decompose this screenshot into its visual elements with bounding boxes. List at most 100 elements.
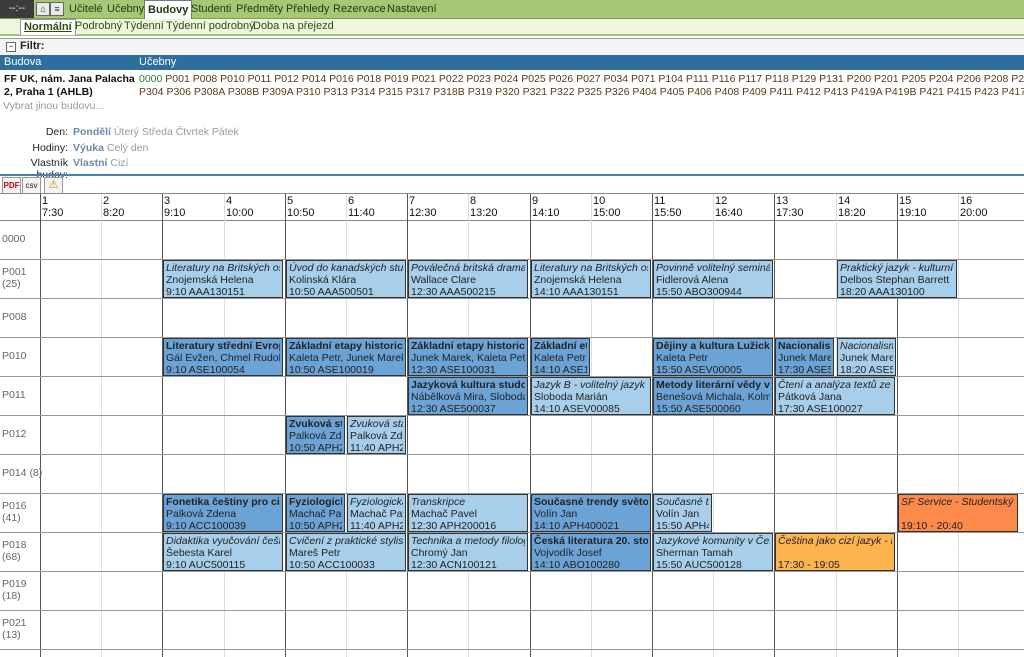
view-tydenni-podrobny[interactable]: Týdenní podrobný <box>166 19 255 34</box>
schedule-event[interactable]: Úvod do kanadských studií Kolinská Klára 1… <box>286 260 406 298</box>
schedule-event[interactable]: Praktický jazyk - kulturní Delbos Stephan… <box>837 260 957 298</box>
timeslot-label: 3 9:10 <box>164 195 186 219</box>
room-label[interactable]: 0000 <box>2 233 25 245</box>
hours-vyuka[interactable]: Výuka <box>73 142 104 154</box>
schedule-event[interactable]: Poválečná britská dramatikaWallace Clare… <box>408 260 528 298</box>
room-label[interactable]: P018 (68) <box>2 539 27 563</box>
pdf-icon[interactable]: PDF <box>2 177 21 194</box>
room-label[interactable]: P019 (18) <box>2 578 27 602</box>
day-friday[interactable]: Pátek <box>212 126 239 138</box>
room-label[interactable]: P014 (8) <box>2 467 42 479</box>
filter-label: Filtr: <box>20 40 45 52</box>
hours-cely-den[interactable]: Celý den <box>107 142 148 154</box>
schedule-event[interactable]: Didaktika vyučování češtinyŠebesta Karel… <box>163 533 283 571</box>
schedule-event[interactable]: Zvuková stavbaPalková Zdena11:40 APH2 <box>347 416 406 454</box>
room-label[interactable]: P008 <box>2 311 27 323</box>
menu-nastaveni[interactable]: Nastavení <box>384 0 440 18</box>
room-label[interactable]: P016 (41) <box>2 500 27 524</box>
room-link-0000[interactable]: 0000 <box>139 73 162 85</box>
schedule-event[interactable]: Literatury na Britských ostrovechZnojems… <box>163 260 283 298</box>
schedule-event[interactable]: FyziologickáMachač Pavel11:40 APH2 <box>347 494 406 532</box>
menu-prehledy[interactable]: Přehledy <box>283 0 332 18</box>
menu-predmety[interactable]: Předměty <box>233 0 286 18</box>
menu-ucitele[interactable]: Učitelé <box>66 0 106 18</box>
schedule-event[interactable]: Zvuková stavbaPalková Zdena10:50 APH2 <box>286 416 345 454</box>
day-wednesday[interactable]: Středa <box>142 126 173 138</box>
schedule-event[interactable]: NacionalismusJunek Marek17:30 ASE5 <box>775 338 834 376</box>
timeslot-label: 12 16:40 <box>715 195 743 219</box>
room-label[interactable]: P001 (25) <box>2 266 27 290</box>
warning-icon[interactable]: ⚠ <box>44 177 63 194</box>
col-building: Budova <box>4 56 42 68</box>
schedule-event[interactable]: Technika a metody filologie Chromý Jan 12:… <box>408 533 528 571</box>
grid-row-line <box>0 649 1024 650</box>
schedule-event[interactable]: Čtení a analýza textů ze Pátková Jana 17:3… <box>775 377 895 415</box>
room-label[interactable]: P021 (13) <box>2 617 27 641</box>
timeslot-label: 4 10:00 <box>226 195 254 219</box>
schedule-event[interactable]: Metody literární vědy ve Benešová Michala… <box>653 377 773 415</box>
home-icon[interactable]: ⌂ <box>36 2 50 16</box>
buildings-header: Budova Učebny <box>0 55 1024 70</box>
top-menu-bar: --:-- ⌂ ≡ Učitelé Učebny Budovy Studenti… <box>0 0 1024 19</box>
timeslot-label: 13 17:30 <box>776 195 804 219</box>
schedule-event[interactable]: Fonetika češtiny pro cizincePalková Zden… <box>163 494 283 532</box>
grid-column-line <box>101 194 102 657</box>
timeslot-label: 5 10:50 <box>287 195 315 219</box>
day-tuesday[interactable]: Úterý <box>114 126 139 138</box>
schedule-event[interactable]: Česká literatura 20. stoletíVojvodík Jos… <box>531 533 651 571</box>
timeslot-label: 6 11:40 <box>348 195 375 219</box>
grid-column-line <box>774 194 775 657</box>
room-label[interactable]: P011 <box>2 389 26 401</box>
schedule-event[interactable]: Základní etapy historickéhoJunek Marek, … <box>408 338 528 376</box>
timeslot-label: 16 20:00 <box>960 195 988 219</box>
schedule-event[interactable]: Transkripce Machač Pavel 12:30 APH200016 <box>408 494 528 532</box>
schedule-grid: 1 7:30 2 8:20 3 9:10 4 10:00 5 10:50 6 11:40 7 12:30 8… <box>0 193 1024 657</box>
schedule-event[interactable]: Literatury střední Evropy Gál Evžen, Chme… <box>163 338 283 376</box>
grid-row-line <box>0 298 1024 299</box>
menu-budovy[interactable]: Budovy <box>144 0 193 19</box>
filter-bar: − Filtr: <box>0 38 1024 56</box>
schedule-event[interactable]: Dějiny a kultura Lužických SrbůKaleta Pe… <box>653 338 773 376</box>
schedule-event[interactable]: Jazykové komunity v ČeskuSherman Tamah15… <box>653 533 773 571</box>
menu-studenti[interactable]: Studenti <box>188 0 234 18</box>
schedule-event[interactable]: Literatury na Britských ostrovechZnojems… <box>531 260 651 298</box>
view-normalni[interactable]: Normální <box>20 19 76 35</box>
room-list-line2[interactable]: P304 P306 P308A P308B P309A P310 P313 P3… <box>139 86 1024 98</box>
schedule-event[interactable]: Základní etapy historickéhoKaleta Petr, … <box>286 338 406 376</box>
room-label[interactable]: P012 <box>2 428 27 440</box>
grid-column-line <box>958 194 959 657</box>
schedule-event[interactable]: Současné trendy světové Volín Jan 14:10 AP… <box>531 494 651 532</box>
schedule-event[interactable]: Čeština jako cizí jazyk - nácvik17:30 - … <box>775 533 895 571</box>
view-doba-na-prejezd[interactable]: Doba na přejezd <box>253 19 334 34</box>
collapse-toggle-icon[interactable]: − <box>6 42 16 52</box>
owner-cizi[interactable]: Cizí <box>110 157 128 169</box>
grid-row-line <box>0 571 1024 572</box>
building-name: FF UK, nám. Jana Palacha 2, Praha 1 (AHL… <box>4 73 135 98</box>
menu-icon[interactable]: ≡ <box>50 2 64 16</box>
timeslot-label: 2 8:20 <box>103 195 125 219</box>
timeslot-label: 15 19:10 <box>899 195 927 219</box>
schedule-event[interactable]: FyziologickáMachač Pavel10:50 APH2 <box>286 494 345 532</box>
section-divider <box>0 174 1024 176</box>
schedule-event[interactable]: NacionalismusJunek Marek18:20 ASE5 <box>837 338 896 376</box>
day-thursday[interactable]: Čtvrtek <box>176 126 209 138</box>
menu-ucebny[interactable]: Učebny <box>104 0 147 18</box>
schedule-event[interactable]: SF Service - Studentský fond19:10 - 20:4… <box>898 494 1018 532</box>
room-list-line1[interactable]: 0000 P001 P008 P010 P011 P012 P014 P016 … <box>139 73 1024 85</box>
schedule-event[interactable]: Současné trendyVolín Jan15:50 APH4 <box>653 494 712 532</box>
choose-other-building[interactable]: Vybrat jinou budovu... <box>3 100 104 112</box>
hours-label: Hodiny: <box>32 142 68 154</box>
room-label[interactable]: P010 <box>2 350 27 362</box>
view-tydenni[interactable]: Týdenní <box>124 19 164 34</box>
timeslot-label: 10 15:00 <box>593 195 621 219</box>
schedule-event[interactable]: Základní etapyKaleta Petr14:10 ASE1 <box>531 338 590 376</box>
schedule-event[interactable]: Cvičení z praktické stylistikyMareš Petr… <box>286 533 406 571</box>
schedule-event[interactable]: Jazyková kultura studovaného jazykaNáběl… <box>408 377 528 415</box>
view-podrobny[interactable]: Podrobný <box>75 19 122 34</box>
day-monday[interactable]: Pondělí <box>73 126 111 138</box>
owner-vlastni[interactable]: Vlastní <box>73 157 107 169</box>
schedule-event[interactable]: Povinně volitelný seminář Fidlerová Alena… <box>653 260 773 298</box>
csv-button[interactable]: csv <box>22 177 41 194</box>
menu-rezervace[interactable]: Rezervace <box>330 0 389 18</box>
schedule-event[interactable]: Jazyk B - volitelný jazyk Sloboda Marián 1… <box>531 377 651 415</box>
